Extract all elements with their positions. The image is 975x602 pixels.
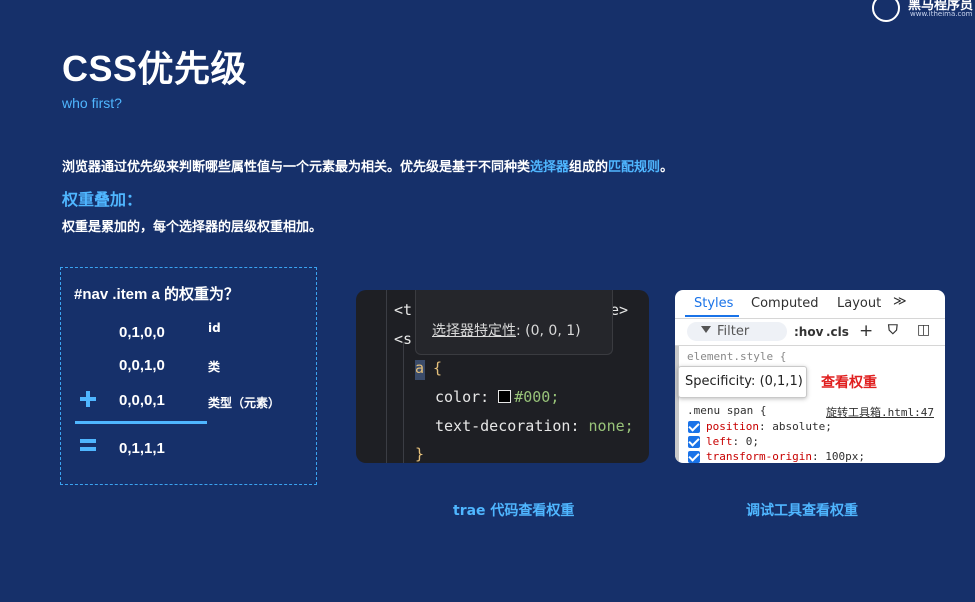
tooltip-label[interactable]: 选择器特定性: [432, 323, 516, 339]
caption-code: trae 代码查看权重: [453, 503, 575, 519]
section-desc: 权重是累加的，每个选择器的层级权重相加。: [62, 220, 323, 235]
code-prop-color: color:: [435, 388, 499, 406]
code-line-selector[interactable]: a {: [415, 359, 442, 377]
indent-guide: [386, 290, 387, 463]
tab-styles[interactable]: Styles: [694, 296, 733, 311]
prop-value: : absolute;: [758, 420, 832, 433]
intro-highlight-selector: 选择器: [530, 160, 570, 175]
prop-checkbox-position[interactable]: [688, 421, 700, 433]
prop-position[interactable]: position: absolute;: [706, 420, 832, 433]
weight-question: #nav .item a 的权重为？: [74, 286, 240, 303]
weight-label-id: id: [208, 321, 221, 335]
code-selector[interactable]: a: [415, 359, 424, 377]
prop-value: : 0;: [732, 435, 760, 448]
active-tab-indicator: [685, 315, 739, 317]
weight-value-element: 0,0,0,1: [119, 392, 165, 409]
sidebar-toggle-icon[interactable]: ◫: [917, 322, 930, 338]
tooltip-value: : (0, 0, 1): [516, 323, 581, 339]
indent-guide: [403, 342, 404, 463]
element-style-rule[interactable]: element.style {: [687, 350, 786, 363]
prop-value: : 100px;: [811, 450, 865, 463]
intro-part-1: 浏览器通过优先级来判断哪些属性值与一个元素最为相关。优先级是基于不同种类: [62, 160, 531, 175]
cls-button[interactable]: .cls: [826, 325, 849, 339]
weight-result: 0,1,1,1: [119, 440, 165, 457]
code-line-decoration: text-decoration: none;: [435, 417, 634, 435]
intro-highlight-rules: 匹配规则: [608, 160, 661, 175]
prop-name: transform-origin: [706, 450, 812, 463]
weight-label-element: 类型（元素）: [208, 396, 281, 410]
view-weight-note: 查看权重: [821, 375, 877, 391]
prop-transform-origin[interactable]: transform-origin: 100px;: [706, 450, 865, 463]
color-swatch-icon[interactable]: [498, 390, 512, 403]
hov-button[interactable]: :hov: [794, 325, 823, 339]
code-prop-decoration: text-decoration:: [435, 417, 589, 435]
specificity-text: Specificity: (0,1,1): [685, 374, 803, 389]
tab-computed[interactable]: Computed: [751, 296, 819, 311]
prop-checkbox-transform-origin[interactable]: [688, 451, 700, 463]
prop-checkbox-left[interactable]: [688, 436, 700, 448]
prop-name: left: [706, 435, 733, 448]
code-line-2-start: <s: [394, 330, 413, 348]
prop-name: position: [706, 420, 759, 433]
tooltip-text: 选择器特定性: (0, 0, 1): [432, 320, 581, 340]
plus-icon: [80, 391, 96, 407]
page-subtitle: who first?: [62, 95, 122, 111]
code-open-brace: {: [424, 359, 443, 377]
filter-bar: Filter :hov .cls + ⛉ ◫: [675, 319, 945, 346]
code-close-brace: }: [415, 445, 425, 463]
logo-url: www.itheima.com: [910, 10, 973, 18]
code-val-color: #000;: [514, 388, 560, 406]
new-rule-icon[interactable]: +: [859, 321, 873, 341]
code-line-1-start: <t: [394, 301, 413, 319]
devtools-tabs: Styles Computed Layout ≫: [675, 290, 945, 319]
rule-source-link[interactable]: 旋转工具箱.html:47: [826, 404, 934, 420]
specificity-tooltip: 选择器特定性: (0, 0, 1): [415, 290, 613, 355]
brand-logo: 黑马程序员 www.itheima.com: [872, 0, 975, 24]
panel-edge: [675, 346, 679, 463]
more-tabs-icon[interactable]: ≫: [893, 294, 907, 309]
intro-part-3: 。: [660, 160, 674, 175]
code-editor-screenshot: <t e> <s a { color: #000; text-decoratio…: [356, 290, 649, 463]
devtools-screenshot: Styles Computed Layout ≫ Filter :hov .cl…: [675, 290, 945, 463]
specificity-popup: Specificity: (0,1,1): [678, 366, 807, 398]
weight-label-class: 类: [208, 360, 221, 374]
section-title: 权重叠加：: [62, 190, 143, 209]
intro-text: 浏览器通过优先级来判断哪些属性值与一个元素最为相关。优先级是基于不同种类选择器组…: [62, 156, 673, 175]
logo-icon: [872, 0, 900, 22]
sum-divider: [75, 421, 207, 424]
filter-placeholder: Filter: [717, 324, 750, 339]
filter-icon: [701, 326, 711, 333]
page-title: CSS优先级: [62, 48, 248, 89]
weight-value-class: 0,0,1,0: [119, 357, 165, 374]
weight-value-id: 0,1,0,0: [119, 324, 165, 341]
rule-selector[interactable]: .menu span {: [687, 404, 766, 417]
tab-layout[interactable]: Layout: [837, 296, 881, 311]
code-line-color: color: #000;: [435, 388, 559, 406]
caption-devtools: 调试工具查看权重: [746, 503, 858, 519]
equals-icon: [80, 439, 96, 451]
code-val-decoration: none;: [588, 417, 634, 435]
prop-left[interactable]: left: 0;: [706, 435, 759, 448]
weight-example-box: #nav .item a 的权重为？ 0,1,0,0 id 0,0,1,0 类 …: [60, 267, 317, 485]
intro-part-2: 组成的: [569, 160, 609, 175]
paint-icon[interactable]: ⛉: [888, 323, 898, 338]
filter-input[interactable]: Filter: [687, 322, 787, 341]
